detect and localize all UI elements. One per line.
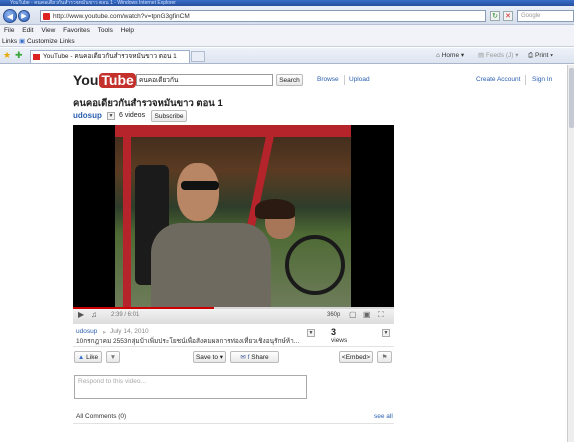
forward-button[interactable]: ▶ xyxy=(18,10,30,22)
sunglasses xyxy=(181,181,219,190)
youtube-logo[interactable]: You Tube xyxy=(73,72,136,89)
like-button[interactable]: ▲ Like xyxy=(74,351,102,363)
description-expand-icon[interactable]: ▼ xyxy=(307,329,315,337)
web-search-input[interactable]: Google xyxy=(517,10,574,22)
info-uploader-link[interactable]: udosup xyxy=(76,328,97,335)
feeds-button[interactable]: ▤ Feeds (J) ▾ xyxy=(478,48,518,64)
rollbar-left xyxy=(123,135,131,307)
driver-head xyxy=(177,163,219,221)
flag-button[interactable]: ⚑ xyxy=(377,351,392,363)
customize-links[interactable]: Customize Links xyxy=(27,38,75,45)
large-player-icon[interactable]: ▣ xyxy=(363,310,371,319)
share-icons: ✉ f xyxy=(240,354,250,361)
dislike-button[interactable]: ▼ xyxy=(106,351,120,363)
new-tab-button[interactable] xyxy=(191,51,205,62)
passenger-hair xyxy=(255,199,295,219)
all-comments-heading: All Comments (0) xyxy=(76,413,127,420)
youtube-search-input[interactable]: คนคอเดียวกัน xyxy=(136,74,273,86)
video-frame[interactable] xyxy=(115,125,351,307)
menu-favorites[interactable]: Favorites xyxy=(63,27,90,34)
menu-bar: File Edit View Favorites Tools Help xyxy=(0,25,574,36)
views-count: 3 xyxy=(331,327,337,337)
thumbs-down-icon: ▼ xyxy=(109,354,117,361)
scrollbar-thumb[interactable] xyxy=(569,68,574,128)
tab-bar: ★ ✚ YouTube - คนคอเดียวกันสำรวจหมันขาว ต… xyxy=(0,48,574,64)
divider xyxy=(525,75,526,85)
url-field[interactable]: http://www.youtube.com/watch?v=tpnG3gfin… xyxy=(40,10,486,22)
video-count[interactable]: 6 videos xyxy=(119,112,145,119)
links-label: Links xyxy=(2,38,18,45)
address-bar: ◀ ▶ http://www.youtube.com/watch?v=tpnG3… xyxy=(0,6,574,25)
tab-youtube[interactable]: YouTube - คนคอเดียวกันสำรวจหมันขาว ตอน 1 xyxy=(30,50,190,63)
browse-link[interactable]: Browse xyxy=(317,76,339,83)
progress-fill xyxy=(73,307,215,309)
driver-body xyxy=(151,223,271,307)
save-to-button[interactable]: Save to ▾ xyxy=(193,351,226,363)
volume-icon[interactable]: ♫ xyxy=(91,310,97,319)
comment-input[interactable]: Respond to this video... xyxy=(74,375,307,399)
stop-icon[interactable]: ✕ xyxy=(503,11,513,21)
progress-bar[interactable] xyxy=(73,307,394,309)
divider xyxy=(73,423,394,424)
chevron-down-icon: ▾ xyxy=(219,354,224,361)
divider xyxy=(344,75,345,85)
search-button[interactable]: Search xyxy=(276,74,303,86)
video-description: 10กรกฎาคม 2553กลุ่มบ้าเพิ่มประโยชน์เพื่อ… xyxy=(76,338,300,345)
see-all-link[interactable]: see all xyxy=(374,413,393,420)
quality-button[interactable]: 360p xyxy=(327,312,340,318)
player-controls: ▶ ♫ 2:39 / 6:01 360p ▢ ▣ ⛶ xyxy=(73,307,394,324)
add-favorite-icon[interactable]: ✚ xyxy=(15,50,23,61)
stats-expand-icon[interactable]: ▼ xyxy=(382,329,390,337)
views-label: views xyxy=(331,337,348,344)
create-account-link[interactable]: Create Account xyxy=(476,76,520,83)
video-title: คนคอเดียวกันสำรวจหมันขาว ตอน 1 xyxy=(73,98,223,109)
time-display: 2:39 / 6:01 xyxy=(111,312,140,318)
play-icon[interactable]: ▶ xyxy=(78,310,84,319)
video-player[interactable]: ▶ ♫ 2:39 / 6:01 360p ▢ ▣ ⛶ xyxy=(73,125,394,324)
sign-in-link[interactable]: Sign In xyxy=(532,76,552,83)
print-button[interactable]: ⎙ Print ▾ xyxy=(528,48,553,64)
popout-icon[interactable]: ▢ xyxy=(349,310,357,319)
subscribe-button[interactable]: Subscribe xyxy=(151,110,187,122)
menu-file[interactable]: File xyxy=(4,27,14,34)
menu-edit[interactable]: Edit xyxy=(22,27,33,34)
home-button[interactable]: ⌂ Home ▾ xyxy=(436,48,464,64)
youtube-favicon-icon xyxy=(43,13,50,20)
menu-view[interactable]: View xyxy=(41,27,55,34)
favorites-star-icon[interactable]: ★ xyxy=(3,50,11,61)
thumbs-up-icon: ▲ xyxy=(77,354,85,361)
refresh-icon[interactable]: ↻ xyxy=(490,11,500,21)
links-bar: Links ▣ Customize Links xyxy=(0,36,574,47)
web-page: You Tube คนคอเดียวกัน Search Browse Uploa… xyxy=(0,65,574,442)
back-button[interactable]: ◀ xyxy=(3,9,17,23)
youtube-favicon-icon xyxy=(33,54,40,60)
separator-icon: ▸ xyxy=(103,329,107,336)
chevron-down-icon[interactable]: ▼ xyxy=(107,112,115,120)
steering-wheel xyxy=(285,235,345,295)
upload-link[interactable]: Upload xyxy=(349,76,370,83)
flag-icon: ⚑ xyxy=(381,354,388,361)
rollbar-top xyxy=(115,125,351,137)
menu-help[interactable]: Help xyxy=(121,27,134,34)
menu-tools[interactable]: Tools xyxy=(98,27,113,34)
share-button[interactable]: ✉ f Share xyxy=(230,351,279,363)
uploader-link[interactable]: udosup xyxy=(73,111,102,120)
divider xyxy=(73,346,394,347)
upload-date: July 14, 2010 xyxy=(110,328,149,335)
page-scrollbar[interactable] xyxy=(567,65,574,442)
embed-button[interactable]: <Embed> xyxy=(339,351,373,363)
link-page-icon: ▣ xyxy=(19,38,26,45)
fullscreen-icon[interactable]: ⛶ xyxy=(378,310,384,320)
